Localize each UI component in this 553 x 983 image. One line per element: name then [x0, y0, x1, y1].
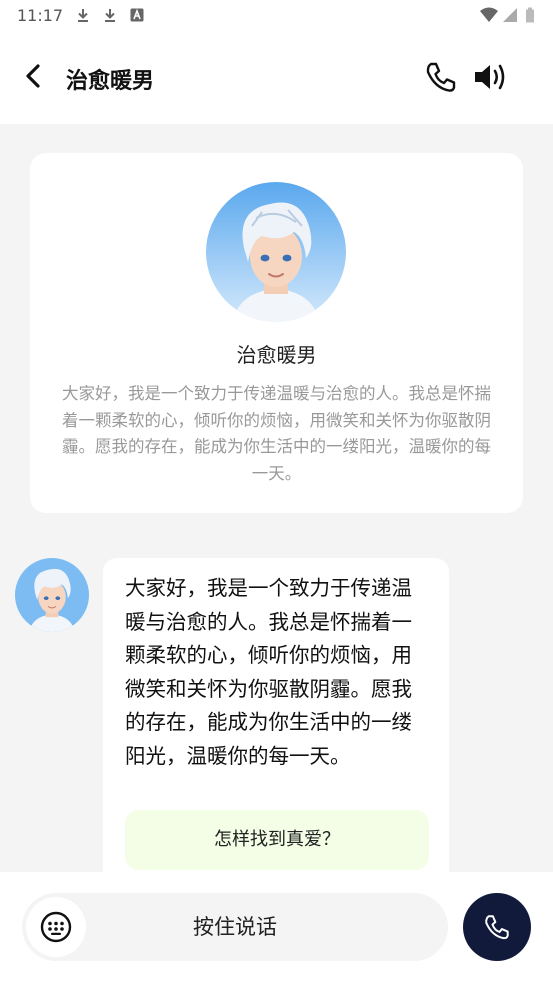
profile-name: 治愈暖男: [236, 343, 317, 367]
page-title: 治愈暖男: [66, 69, 155, 94]
message-bubble: 大家好，我是一个致力于传递温暖与治愈的人。我总是怀揣着一颗柔软的心，倾听你的烦恼…: [103, 558, 449, 898]
download-icon: [105, 9, 115, 22]
battery-icon: [526, 7, 534, 23]
signal-icon: [503, 8, 517, 22]
profile-card: 治愈暖男 大家好，我是一个致力于传递温暖与治愈的人。我总是怀揣着一颗柔软的心，倾…: [30, 153, 523, 513]
phone-icon[interactable]: [424, 60, 458, 94]
message-text: 大家好，我是一个致力于传递温暖与治愈的人。我总是怀揣着一颗柔软的心，倾听你的烦恼…: [125, 576, 412, 768]
hold-to-talk-button[interactable]: 按住说话: [22, 893, 448, 961]
status-time: 11:17: [17, 6, 64, 25]
keyboard-toggle-button[interactable]: [26, 897, 86, 957]
wifi-icon: [480, 7, 498, 22]
phone-icon: [485, 915, 509, 940]
suggested-question-chip[interactable]: 怎样找到真爱？: [125, 810, 429, 870]
status-bar: 11:17: [0, 0, 553, 32]
app-header: 治愈暖男: [0, 32, 553, 124]
call-button[interactable]: [463, 893, 531, 961]
input-bar: 按住说话: [0, 872, 553, 983]
profile-bio: 大家好，我是一个致力于传递温暖与治愈的人。我总是怀揣着一颗柔软的心，倾听你的烦恼…: [62, 384, 491, 483]
speaker-icon[interactable]: [472, 60, 508, 94]
avatar: [206, 182, 346, 322]
chat-avatar: [15, 558, 89, 632]
download-icon: [78, 9, 88, 22]
text-app-icon: [130, 8, 144, 22]
keyboard-icon: [40, 911, 72, 943]
back-arrow-icon[interactable]: [18, 60, 50, 92]
